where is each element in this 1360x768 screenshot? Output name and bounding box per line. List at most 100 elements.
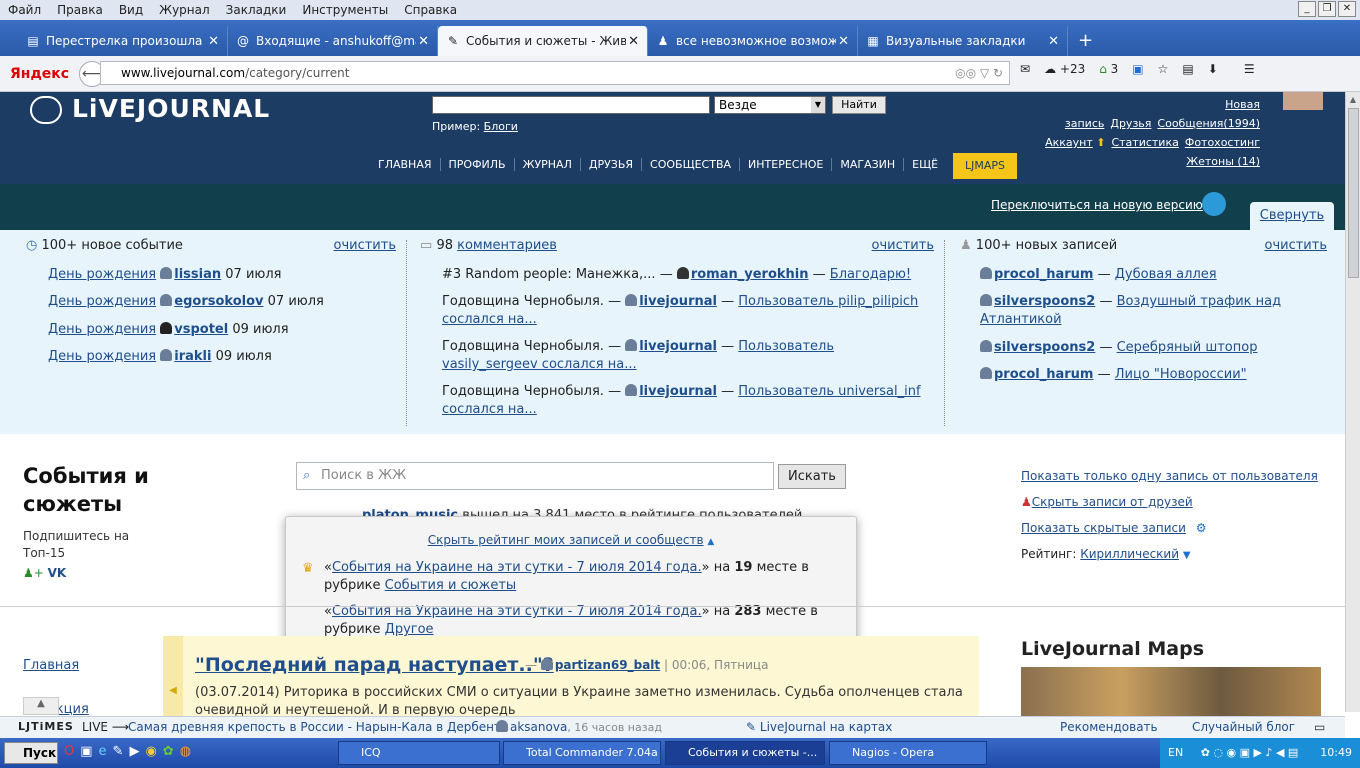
article-title[interactable]: "Последний парад наступает.."? (195, 654, 554, 676)
collapse-button[interactable]: Свернуть (1250, 202, 1334, 230)
opera-icon[interactable]: O (64, 744, 74, 759)
left-nav-home[interactable]: Главная (23, 658, 79, 673)
weather-icon[interactable]: ☁ +23 (1044, 62, 1085, 76)
username-link[interactable]: lissian (174, 267, 221, 282)
chat-icon[interactable]: ▭ (1314, 717, 1325, 737)
avatar[interactable] (1283, 92, 1323, 110)
category-link[interactable]: Другое (385, 622, 434, 637)
collapse-arrow-icon[interactable]: ◀ (163, 636, 183, 716)
live-username[interactable]: aksanova (510, 720, 567, 734)
switch-version-link[interactable]: Переключиться на новую версию (991, 198, 1203, 212)
account-link[interactable]: Аккаунт (1045, 136, 1093, 149)
hide-rating-link[interactable]: Скрыть рейтинг моих записей и сообществ (428, 533, 704, 547)
ljtimes-logo[interactable]: LJTiMES (18, 717, 74, 737)
example-link[interactable]: Блоги (484, 120, 518, 133)
nav-journal[interactable]: ЖУРНАЛ (515, 158, 581, 171)
event-link[interactable]: День рождения (48, 294, 156, 309)
lj-logo[interactable]: LiVEJOURNAL (30, 94, 270, 124)
taskbar-item-browser[interactable]: События и сюжеты -... (665, 741, 825, 765)
chrome-icon[interactable]: ◉ (145, 744, 156, 759)
notifications-icon[interactable]: ⌂ 3 (1099, 62, 1118, 76)
photohosting-link[interactable]: Фотохостинг (1185, 136, 1260, 149)
username-link[interactable]: livejournal (639, 294, 717, 309)
new-tab-button[interactable]: + (1068, 26, 1103, 56)
menu-history[interactable]: Журнал (151, 3, 218, 17)
lj-main-search-input[interactable]: ⌕ Поиск в ЖЖ (296, 462, 774, 490)
star-icon[interactable]: ☆ (1158, 62, 1169, 76)
clear-comments-link[interactable]: очистить (872, 238, 935, 253)
random-blog-link[interactable]: Случайный блог (1192, 717, 1295, 737)
scroll-thumb[interactable] (1348, 108, 1359, 278)
clear-posts-link[interactable]: очистить (1265, 238, 1328, 253)
minimize-icon[interactable]: _ (1298, 1, 1316, 17)
lj-search-input[interactable] (432, 96, 710, 114)
hide-friends-link[interactable]: Скрыть записи от друзей (1032, 495, 1193, 509)
username-link[interactable]: irakli (174, 349, 211, 364)
menu-view[interactable]: Вид (111, 3, 151, 17)
download-icon[interactable]: ⬇ (1208, 62, 1218, 76)
media-icon[interactable]: ▶ (129, 744, 139, 759)
tab-2[interactable]: @ Входящие - anshukoff@mail....✕ (228, 26, 438, 56)
username-link[interactable]: silverspoons2 (994, 294, 1095, 309)
icq-icon[interactable]: ✿ (163, 744, 174, 759)
username-link[interactable]: livejournal (639, 339, 717, 354)
author-link[interactable]: partizan69_balt (555, 658, 660, 672)
tab-4[interactable]: ♟ все невозможное возможно!...✕ (648, 26, 858, 56)
show-one-post-link[interactable]: Показать только одну запись от пользоват… (1021, 469, 1318, 483)
post-link[interactable]: События на Украине на эти сутки - 7 июля… (332, 560, 702, 575)
scroll-top-button[interactable]: ▲ (23, 697, 59, 715)
menu-bookmarks[interactable]: Закладки (218, 3, 295, 17)
vk-icon[interactable]: VK (48, 566, 67, 580)
messages-link[interactable]: Сообщения(1994) (1157, 117, 1260, 130)
clear-events-link[interactable]: очистить (334, 238, 397, 253)
menu-tools[interactable]: Инструменты (294, 3, 396, 17)
comment-link[interactable]: Благодарю! (830, 267, 911, 282)
address-bar[interactable]: www.livejournal.com/category/current ◎◎ … (100, 61, 1010, 85)
tab-1[interactable]: ▤ Перестрелка произошла на ...✕ (18, 26, 228, 56)
menu-help[interactable]: Справка (396, 3, 465, 17)
save-icon[interactable]: ▣ (80, 744, 92, 759)
tokens-link[interactable]: Жетоны (14) (1186, 155, 1260, 168)
add-user-icon[interactable]: ♟+ (23, 566, 44, 580)
maps-image[interactable] (1021, 667, 1321, 717)
yandex-logo[interactable]: Яндекс (10, 66, 69, 82)
event-link[interactable]: День рождения (48, 349, 156, 364)
clock[interactable]: 10:49 (1320, 738, 1352, 768)
firefox-icon[interactable]: ◍ (180, 744, 191, 759)
ie-icon[interactable]: e (99, 744, 107, 759)
username-link[interactable]: procol_harum (994, 367, 1093, 382)
nav-shop[interactable]: МАГАЗИН (832, 158, 905, 171)
find-button[interactable]: Найти (832, 96, 886, 114)
maps-link[interactable]: ✎ LiveJournal на картах (746, 717, 892, 737)
menu-edit[interactable]: Правка (49, 3, 111, 17)
comments-link[interactable]: комментариев (457, 238, 557, 253)
bookmarks-list-icon[interactable]: ▤ (1182, 62, 1193, 76)
hamburger-menu-icon[interactable]: ☰ (1244, 62, 1255, 76)
close-icon[interactable]: ✕ (1338, 1, 1356, 17)
username-link[interactable]: livejournal (639, 384, 717, 399)
close-tab-icon[interactable]: ✕ (628, 34, 639, 49)
restore-icon[interactable]: ❐ (1318, 1, 1336, 17)
ljmaps-button[interactable]: LJMAPS (953, 153, 1017, 179)
reload-icon[interactable]: ◎◎ ▽ ↻ (955, 62, 1003, 84)
taskbar-item-opera[interactable]: Nagios - Opera (829, 741, 987, 765)
extension-icon[interactable]: ▣ (1132, 62, 1143, 76)
menu-file[interactable]: Файл (0, 3, 49, 17)
tool-icon[interactable]: ✎ (113, 744, 124, 759)
page-scrollbar[interactable]: ▲ (1345, 92, 1360, 712)
nav-communities[interactable]: СООБЩЕСТВА (642, 158, 741, 171)
post-link[interactable]: Лицо "Новороссии" (1115, 367, 1247, 382)
nav-more[interactable]: ЕЩЁ (904, 158, 946, 171)
nav-interesting[interactable]: ИНТЕРЕСНОЕ (740, 158, 833, 171)
username-link[interactable]: vspotel (174, 322, 228, 337)
close-tab-icon[interactable]: ✕ (418, 34, 429, 49)
event-link[interactable]: День рождения (48, 267, 156, 282)
search-scope-select[interactable]: Везде ▼ (714, 96, 826, 114)
category-link[interactable]: События и сюжеты (385, 578, 517, 593)
stats-link[interactable]: Статистика (1111, 136, 1178, 149)
rating-select[interactable]: Кириллический (1080, 547, 1179, 561)
start-button[interactable]: Пуск (4, 742, 58, 764)
username-link[interactable]: silverspoons2 (994, 340, 1095, 355)
tab-3-active[interactable]: ✎ События и сюжеты - Живой...✕ (438, 26, 648, 56)
taskbar-item-total-commander[interactable]: Total Commander 7.04a ... (503, 741, 661, 765)
